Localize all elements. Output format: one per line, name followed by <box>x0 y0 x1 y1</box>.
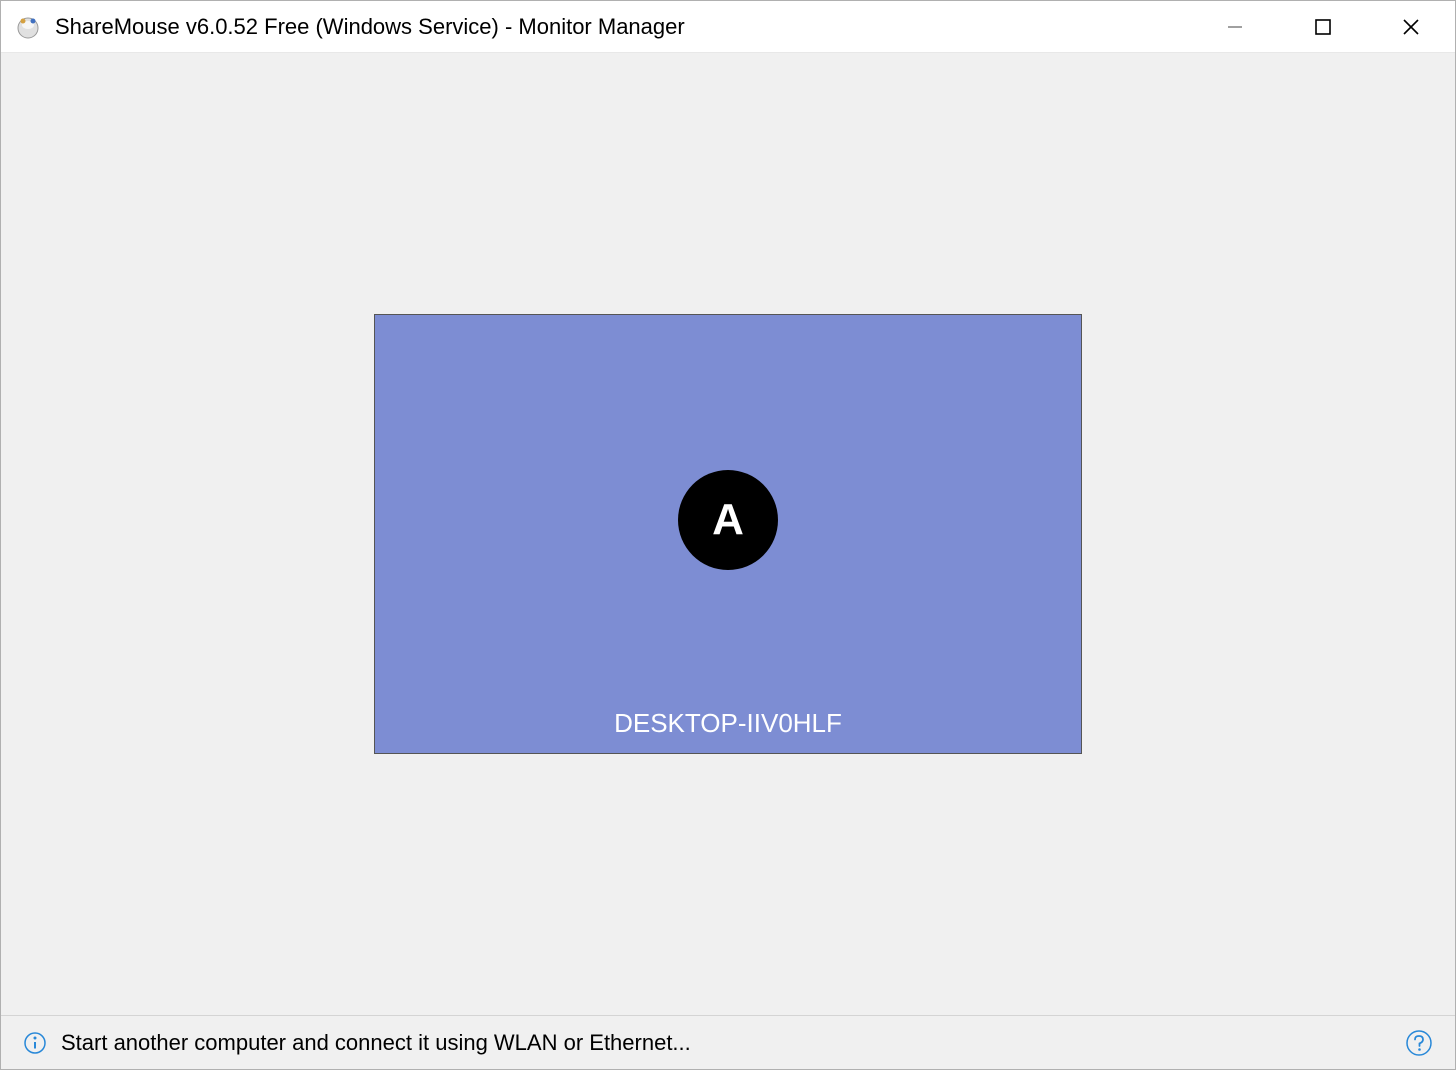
monitor-letter-badge: A <box>678 470 778 570</box>
monitor-tile[interactable]: A DESKTOP-IIV0HLF <box>374 314 1082 754</box>
app-icon <box>15 14 41 40</box>
help-icon[interactable] <box>1405 1029 1433 1057</box>
titlebar: ShareMouse v6.0.52 Free (Windows Service… <box>1 1 1455 53</box>
maximize-button[interactable] <box>1279 1 1367 52</box>
window-controls <box>1191 1 1455 52</box>
monitor-canvas[interactable]: A DESKTOP-IIV0HLF <box>1 53 1455 1015</box>
info-icon <box>23 1031 47 1055</box>
statusbar: Start another computer and connect it us… <box>1 1015 1455 1069</box>
close-button[interactable] <box>1367 1 1455 52</box>
window-title: ShareMouse v6.0.52 Free (Windows Service… <box>55 14 1191 40</box>
monitor-computer-name: DESKTOP-IIV0HLF <box>375 708 1081 739</box>
minimize-button[interactable] <box>1191 1 1279 52</box>
status-message: Start another computer and connect it us… <box>61 1030 1405 1056</box>
